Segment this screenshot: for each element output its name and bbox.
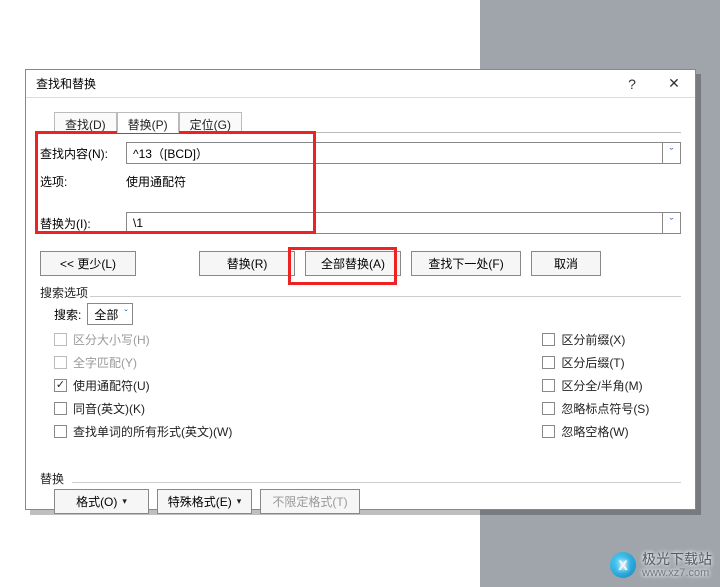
format-button[interactable]: 格式(O)▾ [54,489,149,514]
watermark-text-2: www.xz7.com [642,567,712,579]
find-next-button[interactable]: 查找下一处(F) [411,251,521,276]
search-options-header: 搜索选项 [40,284,681,303]
watermark: X 极光下载站 www.xz7.com [610,552,712,579]
replace-with-input[interactable] [127,213,662,233]
options-value: 使用通配符 [126,173,186,190]
replace-with-dropdown-icon[interactable]: ˇ [662,213,680,233]
checkbox-all-forms[interactable]: 查找单词的所有形式(英文)(W) [54,423,232,440]
checkbox-ignore-punct[interactable]: 忽略标点符号(S) [542,400,649,417]
find-content-input[interactable] [127,143,662,163]
search-direction-value: 全部 [94,306,118,323]
tab-goto[interactable]: 定位(G) [179,112,242,133]
checkbox-match-width[interactable]: 区分全/半角(M) [542,377,649,394]
tab-replace[interactable]: 替换(P) [117,112,179,133]
search-direction-select[interactable]: 全部 ˇ [87,303,132,325]
tab-find[interactable]: 查找(D) [54,112,117,133]
replace-with-field[interactable]: ˇ [126,212,681,234]
checkbox-ignore-space[interactable]: 忽略空格(W) [542,423,649,440]
chevron-down-icon: ▾ [237,496,242,507]
cancel-button[interactable]: 取消 [531,251,601,276]
replace-with-label: 替换为(I): [40,215,126,232]
checkbox-match-prefix[interactable]: 区分前缀(X) [542,331,649,348]
checkbox-sounds-like[interactable]: 同音(英文)(K) [54,400,232,417]
replace-button[interactable]: 替换(R) [199,251,295,276]
tabbar: 查找(D) 替换(P) 定位(G) [40,111,681,133]
options-label: 选项: [40,173,126,190]
help-button[interactable]: ? [611,70,653,98]
search-direction-label: 搜索: [54,306,81,323]
replace-all-button[interactable]: 全部替换(A) [305,251,401,276]
replace-group-header: 替换 [40,470,681,489]
titlebar[interactable]: 查找和替换 ? ✕ [26,70,695,98]
watermark-logo-icon: X [610,552,636,578]
find-content-label: 查找内容(N): [40,145,126,162]
no-format-button: 不限定格式(T) [260,489,360,514]
less-button[interactable]: << 更少(L) [40,251,136,276]
special-format-button[interactable]: 特殊格式(E)▾ [157,489,252,514]
find-content-dropdown-icon[interactable]: ˇ [662,143,680,163]
checkbox-whole-word: 全字匹配(Y) [54,354,232,371]
dialog-title: 查找和替换 [36,75,611,92]
watermark-text-1: 极光下载站 [642,552,712,567]
close-button[interactable]: ✕ [653,70,695,98]
checkbox-use-wildcards[interactable]: ✓使用通配符(U) [54,377,232,394]
find-replace-dialog: 查找和替换 ? ✕ 查找(D) 替换(P) 定位(G) 查找内容(N): ˇ 选… [25,69,696,510]
chevron-down-icon: ˇ [124,309,127,320]
chevron-down-icon: ▾ [122,496,127,507]
checkbox-match-suffix[interactable]: 区分后缀(T) [542,354,649,371]
checkbox-match-case: 区分大小写(H) [54,331,232,348]
find-content-field[interactable]: ˇ [126,142,681,164]
